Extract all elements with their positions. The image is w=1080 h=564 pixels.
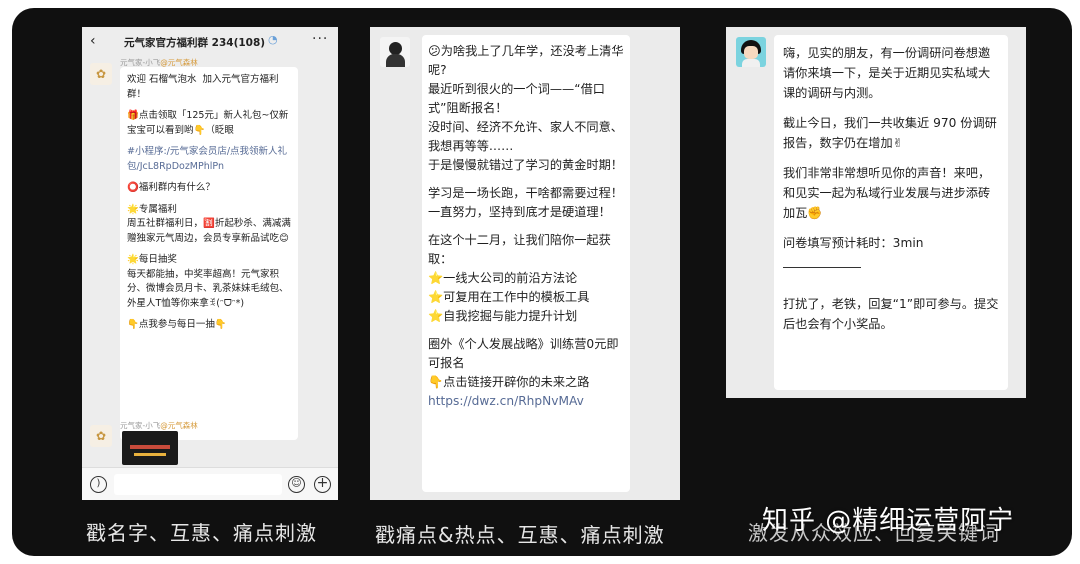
private-chat-screenshot-1: 😕为啥我上了几年学，还没考上清华呢? 最近听到很火的一个词——“借口式”阻断报名…: [370, 27, 680, 500]
zhihu-watermark: 知乎 @精细运营阿宁: [762, 506, 1015, 536]
sender-avatar[interactable]: [736, 37, 766, 67]
back-icon[interactable]: ‹: [90, 33, 96, 49]
survey-duration-text: 问卷填写预计耗时：3min: [783, 236, 924, 250]
motivation-text: 学习是一场长跑，干啥都需要过程！ 一直努力，坚持到底才是硬道理！: [428, 186, 623, 219]
group-status-icon: ◔: [268, 33, 278, 46]
divider-line: [783, 267, 861, 268]
wechat-group-screenshot: ‹ 元气家官方福利群 234(108) ◔ ··· ✿ 元气家-小飞@元气森林 …: [82, 27, 338, 500]
caption-1: 戳名字、互惠、痛点刺激: [86, 521, 317, 545]
survey-intro-text: 嗨，见实的朋友，有一份调研问卷想邀请你来填一下，是关于近期见实私域大课的调研与内…: [783, 46, 991, 100]
sender-name-text: 元气家-小飞: [120, 58, 161, 67]
emoji-icon[interactable]: ☺: [288, 476, 305, 493]
signup-link[interactable]: https://dwz.cn/RhpNvMAv: [428, 392, 624, 411]
caption-2: 戳痛点&热点、互惠、痛点刺激: [375, 523, 665, 547]
poster-banner: [130, 445, 170, 449]
voice-icon[interactable]: ): [90, 476, 107, 493]
group-title: 元气家官方福利群 234(108): [124, 37, 266, 49]
message-input[interactable]: [114, 474, 282, 495]
signup-text: 圈外《个人发展战略》训练营0元即可报名 👇点击链接开辟你的未来之路: [428, 337, 619, 389]
avatar-shirt: [742, 59, 760, 67]
sender-avatar[interactable]: [380, 37, 410, 67]
message-bubble[interactable]: 嗨，见实的朋友，有一份调研问卷想邀请你来填一下，是关于近期见实私域大课的调研与内…: [774, 35, 1008, 390]
plus-icon[interactable]: +: [314, 476, 331, 493]
pain-point-text: 😕为啥我上了几年学，还没考上清华呢? 最近听到很火的一个词——“借口式”阻断报名…: [428, 44, 624, 172]
reply-keyword-text: 打扰了，老铁，回复“1”即可参与。提交后也会有个小奖品。: [783, 297, 999, 331]
sender-avatar[interactable]: ✿: [90, 63, 112, 85]
daily-lottery-text: 🌟每日抽奖 每天都能抽，中奖率超高！元气家积分、微博会员月卡、乳茶妹妹毛绒包、外…: [127, 254, 289, 309]
message-bubble[interactable]: 😕为啥我上了几年学，还没考上清华呢? 最近听到很火的一个词——“借口式”阻断报名…: [422, 35, 630, 492]
sender-org-tag-2: @元气森林: [160, 421, 198, 430]
lottery-cta-text: 👇点我参与每日一抽👇: [127, 319, 227, 330]
message-bubble[interactable]: 欢迎 石榴气泡水 加入元气官方福利群！ 🎁点击领取「125元」新人礼包~仅新宝宝…: [120, 67, 298, 440]
welcome-text: 欢迎 石榴气泡水 加入元气官方福利群！: [127, 74, 279, 100]
sender-org-tag: @元气森林: [160, 58, 198, 67]
sender-name-2: 元气家-小飞@元气森林: [120, 420, 198, 431]
survey-count-text: 截止今日，我们一共收集近 970 份调研报告，数字仍在增加✌: [783, 116, 997, 150]
chat-input-bar: ) ☺ +: [82, 467, 338, 500]
sender-avatar-2[interactable]: ✿: [90, 425, 112, 447]
poster-thumbnail[interactable]: [122, 431, 178, 465]
benefits-question: ⭕福利群内有什么？: [127, 182, 215, 193]
gift-text: 🎁点击领取「125元」新人礼包~仅新宝宝可以看到哟👇（眨眼: [127, 110, 289, 136]
avatar-body: [386, 54, 405, 67]
private-chat-screenshot-2: 嗨，见实的朋友，有一份调研问卷想邀请你来填一下，是关于近期见实私域大课的调研与内…: [726, 27, 1026, 398]
chat-header: ‹ 元气家官方福利群 234(108) ◔ ···: [82, 27, 338, 57]
poster-banner-2: [134, 453, 166, 456]
avatar-face: [744, 46, 758, 59]
more-icon[interactable]: ···: [312, 31, 328, 47]
mini-program-link[interactable]: #小程序:/元气家会员店/点我领新人礼包/JcL8RpDozMPhlPn: [127, 145, 291, 174]
sender-name-text-2: 元气家-小飞: [120, 421, 161, 430]
exclusive-benefits-text: 🌟专属福利 周五社群福利日，🈹折起秒杀、满减满赠独家元气周边，会员专享新品试吃😊: [127, 203, 291, 244]
offer-list-text: 在这个十二月，让我们陪你一起获取： ⭐一线大公司的前沿方法论 ⭐可复用在工作中的…: [428, 233, 611, 323]
survey-appeal-text: 我们非常非常想听见你的声音！来吧，和见实一起为私域行业发展与进步添砖加瓦✊: [783, 166, 991, 220]
